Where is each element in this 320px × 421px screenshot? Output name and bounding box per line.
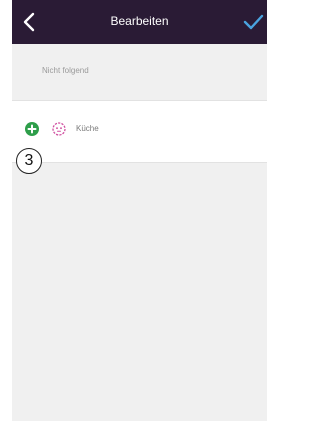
room-label: Küche bbox=[76, 124, 99, 133]
step-marker: 3 bbox=[16, 148, 42, 174]
add-circle-icon bbox=[25, 122, 39, 136]
chevron-left-icon bbox=[23, 12, 35, 32]
top-app-bar: Bearbeiten bbox=[12, 0, 267, 44]
outlet-icon bbox=[52, 122, 66, 136]
section-label-not-following: Nicht folgend bbox=[42, 66, 89, 75]
list-item: Küche bbox=[12, 100, 267, 163]
page-title: Bearbeiten bbox=[110, 14, 169, 28]
screen: Bearbeiten Nicht folgend Küche 3 bbox=[12, 0, 267, 421]
add-room-button[interactable] bbox=[25, 122, 39, 136]
back-button[interactable] bbox=[18, 10, 42, 34]
confirm-button[interactable] bbox=[241, 10, 265, 34]
checkmark-icon bbox=[243, 14, 264, 30]
